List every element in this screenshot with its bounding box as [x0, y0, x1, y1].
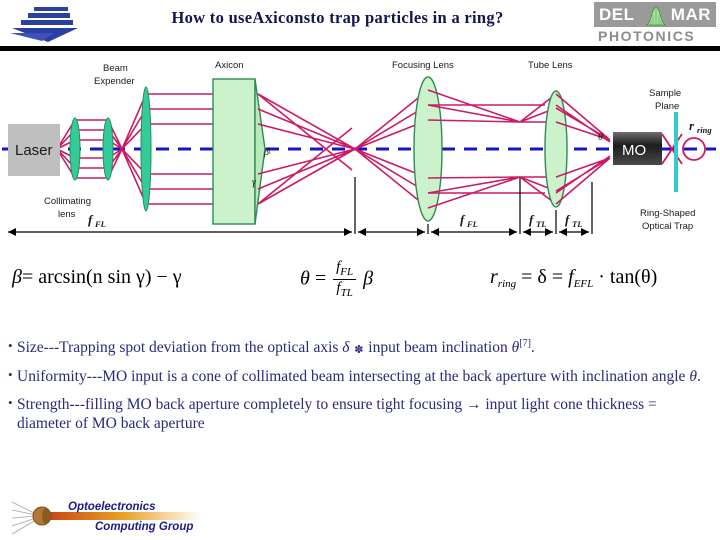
brand-del-text: DEL [599, 5, 635, 24]
brand-subline-row: PHOTONICS [594, 27, 716, 46]
bullet-uniformity: Uniformity---MO input is a cone of colli… [8, 367, 714, 386]
page-title: How to useAxiconsto trap particles in a … [171, 8, 504, 27]
beam-expander-label-line1: Beam [103, 63, 128, 74]
equation-beta: β= arcsin(n sin γ) − γ [12, 266, 182, 289]
sample-plane-label-line2: Plane [655, 101, 679, 112]
bullet-0-mid: input beam inclination [364, 339, 512, 357]
focal-length-label-1: f FL [460, 212, 478, 229]
r-ring-sublabel: ring [697, 125, 712, 135]
delmar-brand-row: DEL MAR [594, 3, 716, 27]
fl-label-main-2: f [529, 212, 535, 227]
collimating-lens-label-line1: Collimating [44, 196, 91, 207]
bullet-0-pre: Size---Trapping spot deviation from the … [17, 339, 343, 357]
delmar-photonics-logo: DEL MAR PHOTONICS [594, 2, 716, 46]
fl-label-sub-2: TL [536, 219, 546, 229]
angle-theta-label: θ [598, 132, 603, 143]
eq3-mid: = δ = [521, 266, 564, 288]
fl-label-sub-3: TL [572, 219, 582, 229]
oeg-label-line2: Computing Group [95, 521, 193, 533]
optical-trap-label-line2: Optical Trap [642, 221, 693, 232]
axicon-element [212, 78, 266, 225]
beam-expander-lens1-element [102, 117, 114, 181]
eq3-r-main: r [490, 266, 498, 288]
eq1-lhs: β [12, 266, 22, 288]
fl-label-main-1: f [460, 212, 466, 227]
bullet-2-pre: Strength---filling MO back aperture comp… [17, 395, 466, 413]
bullet-strength: Strength---filling MO back aperture comp… [8, 395, 714, 434]
laser-label: Laser [15, 142, 53, 159]
sample-plane-label-line1: Sample [649, 88, 681, 99]
eq2-den-sub: TL [340, 287, 353, 300]
brand-mar-text: MAR [670, 5, 711, 24]
eq3-r-sub: ring [497, 277, 517, 290]
fl-label-sub-1: FL [466, 219, 478, 229]
dingbat-icon: ✽ [354, 344, 364, 357]
r-ring-label: r [689, 118, 695, 133]
fl-label-main-0: f [88, 212, 94, 227]
beam-expander-label-line2: Expender [94, 76, 135, 87]
eq2-numerator: fFL [333, 259, 357, 281]
company-swoosh-icon [8, 4, 86, 44]
optical-setup-diagram: β \ γ θ MO r ring Laser Collimating lens… [0, 52, 720, 252]
fiber-strands-icon [11, 501, 37, 535]
bullet-0-post: . [530, 339, 535, 357]
eq2-equals: = [314, 267, 327, 290]
angle-beta-tick: \ [268, 146, 271, 157]
brand-photonics-text: PHOTONICS [598, 28, 696, 44]
bullet-size: Size---Trapping spot deviation from the … [8, 338, 714, 358]
optoelectronics-group-logo: Optoelectronics Computing Group [10, 494, 205, 538]
fl-label-main-3: f [565, 212, 571, 227]
eq2-fraction: fFL fTL [333, 259, 357, 300]
bullet-1-pre: Uniformity---MO input is a cone of colli… [17, 367, 690, 385]
collimating-lens-label-line2: lens [58, 209, 76, 220]
eq3-f-sub: EFL [573, 277, 594, 290]
header-divider [0, 46, 720, 51]
eq2-lhs: θ [300, 267, 310, 290]
tube-lens-label: Tube Lens [528, 60, 573, 71]
bullet-1-post: . [696, 367, 701, 385]
eq2-num-sub: FL [340, 265, 354, 278]
equation-theta: θ = fFL fTL β [300, 259, 374, 300]
mo-label: MO [622, 142, 646, 159]
slide-root: How to useAxiconsto trap particles in a … [0, 0, 720, 540]
optical-trap-label-line1: Ring-Shaped [640, 208, 695, 219]
eq2-tail: β [363, 267, 374, 290]
slide-footer: Optoelectronics Computing Group 7. B. Sh… [0, 492, 720, 540]
focusing-lens-label: Focusing Lens [392, 60, 454, 71]
fl-label-sub-0: FL [94, 219, 106, 229]
focal-length-label-3: f TL [565, 212, 582, 229]
bullet-1-theta: θ [689, 367, 697, 385]
slide-header: How to useAxiconsto trap particles in a … [0, 0, 720, 46]
focal-length-label-2: f TL [529, 212, 546, 229]
bullet-0-delta: δ [342, 339, 350, 357]
eq2-denominator: fTL [333, 280, 356, 299]
focusing-lens-element [413, 76, 443, 222]
collimating-lens-element [69, 117, 81, 181]
beam-expander-lens2-element [140, 86, 152, 212]
oeg-label-line1: Optoelectronics [68, 501, 156, 513]
arrow-icon: → [465, 395, 482, 413]
equation-row: β= arcsin(n sin γ) − γ θ = fFL fTL β rri… [0, 256, 720, 314]
bullet-list: Size---Trapping spot deviation from the … [8, 338, 714, 443]
eq1-rhs: = arcsin(n sin γ) − γ [21, 266, 182, 288]
axicon-label: Axicon [215, 60, 244, 71]
eq3-tail: · tan(θ) [598, 266, 658, 288]
equation-rring: rring = δ = fEFL · tan(θ) [490, 266, 657, 290]
bullet-0-ref: [7] [519, 338, 531, 349]
focal-length-label-0: f FL [88, 212, 106, 229]
